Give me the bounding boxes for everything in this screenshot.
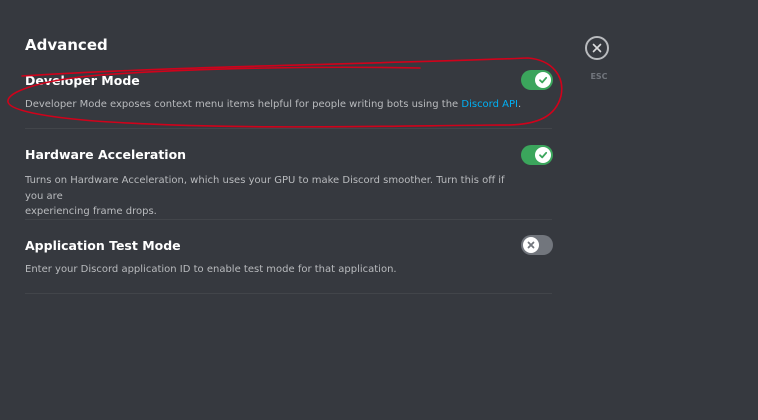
check-icon [539, 151, 548, 159]
developer-mode-toggle[interactable] [521, 70, 553, 90]
divider [25, 293, 552, 294]
section-title: Advanced [25, 36, 108, 54]
esc-label: ESC [590, 72, 608, 81]
application-test-mode-description: Enter your Discord application ID to ena… [25, 264, 397, 275]
settings-page: Advanced Developer Mode Developer Mode e… [0, 0, 758, 420]
developer-mode-title: Developer Mode [25, 73, 140, 88]
discord-api-link[interactable]: Discord API [461, 99, 518, 110]
close-icon [592, 43, 602, 53]
hardware-acceleration-title: Hardware Acceleration [25, 147, 187, 162]
toggle-knob [523, 237, 539, 253]
setting-hardware-acceleration: Hardware Acceleration Turns on Hardware … [25, 147, 552, 220]
x-icon [527, 241, 535, 249]
setting-developer-mode: Developer Mode Developer Mode exposes co… [25, 73, 552, 113]
close-button[interactable] [585, 36, 609, 60]
hardware-acceleration-toggle[interactable] [521, 145, 553, 165]
developer-mode-description-end: . [517, 99, 522, 110]
application-test-mode-toggle[interactable] [521, 235, 553, 255]
divider [25, 128, 552, 129]
toggle-knob [535, 147, 551, 163]
setting-application-test-mode: Application Test Mode Enter your Discord… [25, 238, 552, 278]
toggle-knob [535, 72, 551, 88]
divider [25, 219, 552, 220]
hardware-acceleration-description: Turns on Hardware Acceleration, which us… [25, 173, 525, 220]
check-icon [539, 76, 548, 84]
hardware-acceleration-description-line: Turns on Hardware Acceleration, which us… [25, 175, 505, 202]
hardware-acceleration-description-line: experiencing frame drops. [25, 206, 157, 217]
application-test-mode-title: Application Test Mode [25, 238, 181, 253]
developer-mode-description-text: Developer Mode exposes context menu item… [25, 99, 462, 110]
developer-mode-description: Developer Mode exposes context menu item… [25, 97, 525, 113]
